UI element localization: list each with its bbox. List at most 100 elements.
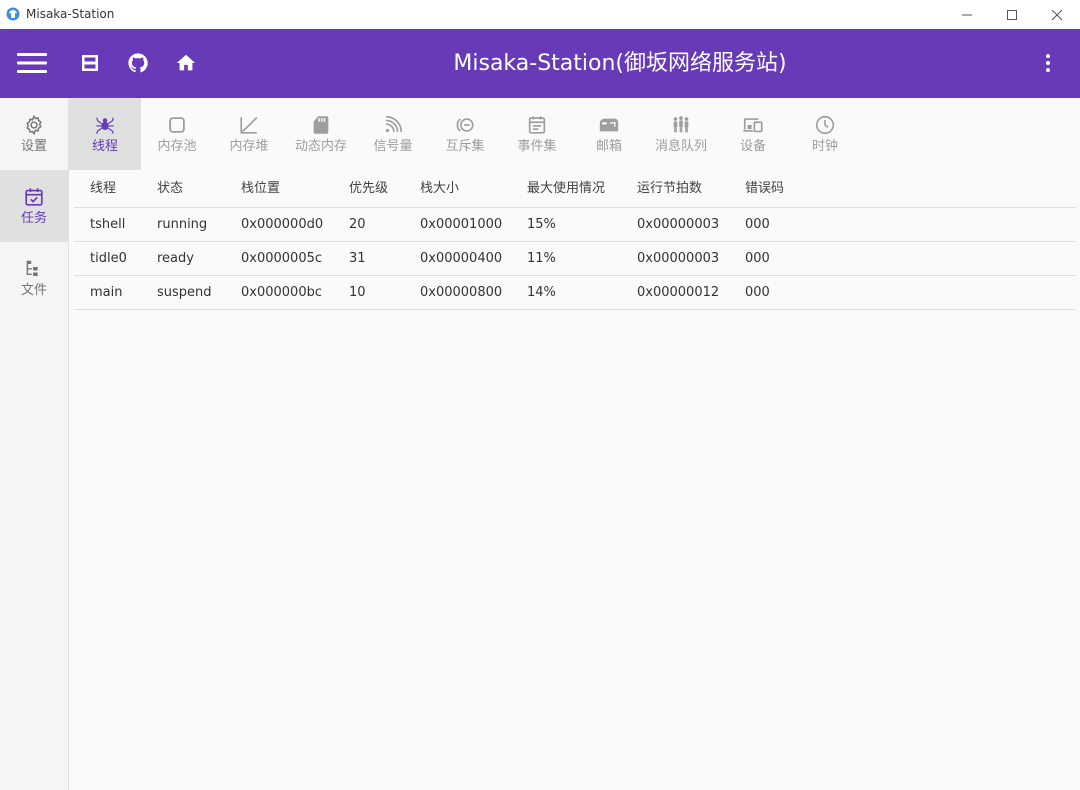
tab-dynamic-memory[interactable]: 动态内存 bbox=[285, 98, 357, 170]
cell-error-code: 000 bbox=[745, 251, 770, 266]
square-outline-icon bbox=[169, 116, 185, 133]
column-header-priority[interactable]: 优先级 bbox=[349, 172, 388, 206]
cell-stack-position: 0x0000005c bbox=[241, 251, 323, 266]
tab-label: 动态内存 bbox=[294, 138, 347, 154]
table-row[interactable]: tidle0 ready 0x0000005c 31 0x00000400 11… bbox=[74, 242, 1076, 276]
app-title: Misaka-Station(御坂网络服务站) bbox=[453, 51, 787, 76]
cell-max-usage: 15% bbox=[527, 217, 556, 232]
column-header-max-usage[interactable]: 最大使用情况 bbox=[527, 172, 605, 206]
close-icon bbox=[1051, 9, 1063, 20]
tab-label: 时钟 bbox=[811, 138, 838, 154]
cell-max-usage: 11% bbox=[527, 251, 556, 266]
cell-stack-size: 0x00001000 bbox=[420, 217, 503, 232]
github-icon bbox=[128, 53, 148, 73]
cell-error-code: 000 bbox=[745, 217, 770, 232]
column-header-stack-position[interactable]: 栈位置 bbox=[241, 172, 280, 206]
cell-state: ready bbox=[157, 251, 194, 266]
sidenav-item-settings[interactable]: 设置 bbox=[0, 98, 68, 170]
menu-button[interactable] bbox=[14, 45, 50, 81]
github-button[interactable] bbox=[120, 45, 156, 81]
app-logo-icon bbox=[6, 7, 20, 21]
cell-stack-size: 0x00000800 bbox=[420, 285, 503, 300]
tab-message-queue[interactable]: 消息队列 bbox=[645, 98, 717, 170]
tab-label: 信号量 bbox=[373, 138, 413, 154]
tab-label: 内存池 bbox=[157, 138, 197, 154]
cell-thread: tshell bbox=[90, 217, 126, 232]
cell-run-ticks: 0x00000012 bbox=[637, 285, 720, 300]
tab-label: 设备 bbox=[739, 138, 766, 154]
minus-circle-icon bbox=[456, 117, 474, 132]
sd-card-icon bbox=[313, 115, 329, 134]
cell-state: running bbox=[157, 217, 208, 232]
tab-label: 内存堆 bbox=[229, 138, 269, 154]
maximize-icon bbox=[1007, 9, 1017, 20]
minimize-button[interactable] bbox=[944, 0, 990, 29]
sidenav-label: 任务 bbox=[20, 210, 47, 226]
tab-event-set[interactable]: 事件集 bbox=[501, 98, 573, 170]
maximize-button[interactable] bbox=[989, 0, 1035, 29]
tab-mutex[interactable]: 互斥集 bbox=[429, 98, 501, 170]
cell-stack-size: 0x00000400 bbox=[420, 251, 503, 266]
gear-icon bbox=[26, 114, 42, 135]
thread-table: 线程 状态 栈位置 优先级 栈大小 最大使用情况 运行节拍数 错误码 tshel… bbox=[74, 172, 1076, 310]
tab-label: 线程 bbox=[91, 138, 118, 154]
home-icon bbox=[176, 54, 196, 71]
panel-toggle-button[interactable] bbox=[72, 45, 108, 81]
column-header-thread[interactable]: 线程 bbox=[90, 172, 116, 206]
calendar-icon bbox=[528, 115, 546, 134]
split-panel-icon bbox=[82, 55, 98, 71]
tab-bar: 线程 内存池 内存堆 动态内存 信号量 互斥集 事件集 邮箱 消息队列 设备 时… bbox=[69, 98, 1080, 170]
tab-memory-heap[interactable]: 内存堆 bbox=[213, 98, 285, 170]
home-button[interactable] bbox=[168, 45, 204, 81]
rss-icon bbox=[385, 115, 403, 132]
sidenav-label: 文件 bbox=[20, 282, 47, 298]
people-queue-icon bbox=[673, 115, 689, 132]
cell-priority: 20 bbox=[349, 217, 366, 232]
tab-mailbox[interactable]: 邮箱 bbox=[573, 98, 645, 170]
sidenav-item-files[interactable]: 文件 bbox=[0, 242, 68, 314]
sidenav-item-tasks[interactable]: 任务 bbox=[0, 170, 68, 242]
column-header-error-code[interactable]: 错误码 bbox=[745, 172, 784, 206]
tab-clock[interactable]: 时钟 bbox=[789, 98, 861, 170]
cell-run-ticks: 0x00000003 bbox=[637, 251, 720, 266]
window-titlebar: Misaka-Station bbox=[0, 0, 1080, 29]
more-vertical-icon bbox=[1046, 54, 1050, 72]
calendar-check-icon bbox=[25, 187, 43, 206]
cell-thread: main bbox=[90, 285, 123, 300]
cell-max-usage: 14% bbox=[527, 285, 556, 300]
table-row[interactable]: main suspend 0x000000bc 10 0x00000800 14… bbox=[74, 276, 1076, 310]
cell-state: suspend bbox=[157, 285, 212, 300]
tab-label: 互斥集 bbox=[445, 138, 485, 154]
window-title: Misaka-Station bbox=[26, 7, 115, 21]
cell-thread: tidle0 bbox=[90, 251, 127, 266]
column-header-stack-size[interactable]: 栈大小 bbox=[420, 172, 459, 206]
chart-line-icon bbox=[240, 116, 258, 134]
table-header-row: 线程 状态 栈位置 优先级 栈大小 最大使用情况 运行节拍数 错误码 bbox=[74, 172, 1076, 208]
hamburger-menu-icon bbox=[17, 53, 47, 73]
file-tree-icon bbox=[26, 260, 38, 276]
spider-icon bbox=[96, 117, 114, 134]
sidenav-label: 设置 bbox=[20, 138, 47, 154]
cell-stack-position: 0x000000bc bbox=[241, 285, 322, 300]
table-row[interactable]: tshell running 0x000000d0 20 0x00001000 … bbox=[74, 208, 1076, 242]
clock-icon bbox=[815, 115, 835, 134]
mailbox-icon bbox=[599, 118, 619, 131]
column-header-run-ticks[interactable]: 运行节拍数 bbox=[637, 172, 702, 206]
tab-label: 消息队列 bbox=[654, 138, 707, 154]
tab-semaphore[interactable]: 信号量 bbox=[357, 98, 429, 170]
cell-run-ticks: 0x00000003 bbox=[637, 217, 720, 232]
app-window: Misaka-Station Misaka-Station(御坂网络服务站) 设… bbox=[0, 0, 1080, 790]
cell-error-code: 000 bbox=[745, 285, 770, 300]
close-window-button[interactable] bbox=[1034, 0, 1080, 29]
minimize-icon bbox=[962, 14, 972, 15]
app-bar: Misaka-Station(御坂网络服务站) bbox=[0, 29, 1080, 98]
more-options-button[interactable] bbox=[1030, 45, 1066, 81]
cell-priority: 10 bbox=[349, 285, 366, 300]
tab-memory-pool[interactable]: 内存池 bbox=[141, 98, 213, 170]
side-navigation: 设置 任务 文件 bbox=[0, 98, 69, 790]
tab-threads[interactable]: 线程 bbox=[69, 98, 141, 170]
cell-priority: 31 bbox=[349, 251, 366, 266]
tab-devices[interactable]: 设备 bbox=[717, 98, 789, 170]
column-header-state[interactable]: 状态 bbox=[157, 172, 183, 206]
tab-label: 事件集 bbox=[517, 138, 557, 154]
